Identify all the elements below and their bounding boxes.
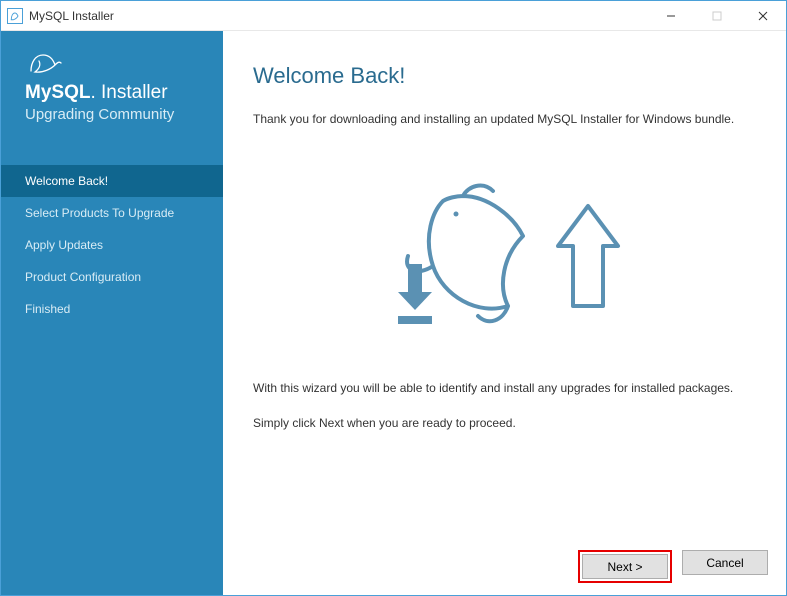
proceed-text: Simply click Next when you are ready to … (253, 415, 752, 432)
app-icon (7, 8, 23, 24)
brand-prefix: MySQL (25, 82, 90, 103)
nav-item-welcome[interactable]: Welcome Back! (1, 165, 223, 197)
next-button[interactable]: Next > (582, 554, 668, 579)
info-text: With this wizard you will be able to ide… (253, 380, 752, 397)
installer-window: MySQL Installer MySQL. Installer Upgradi… (0, 0, 787, 596)
close-button[interactable] (740, 1, 786, 30)
window-controls (648, 1, 786, 30)
page-heading: Welcome Back! (253, 63, 752, 89)
nav-item-select-products[interactable]: Select Products To Upgrade (1, 197, 223, 229)
cancel-button[interactable]: Cancel (682, 550, 768, 575)
titlebar: MySQL Installer (1, 1, 786, 31)
nav-item-apply-updates[interactable]: Apply Updates (1, 229, 223, 261)
intro-text: Thank you for downloading and installing… (253, 111, 752, 128)
sidebar: MySQL. Installer Upgrading Community Wel… (1, 31, 223, 595)
nav-item-finished[interactable]: Finished (1, 293, 223, 325)
footer-buttons: Next > Cancel (578, 550, 768, 583)
next-button-highlight: Next > (578, 550, 672, 583)
content-area: MySQL. Installer Upgrading Community Wel… (1, 31, 786, 595)
maximize-button (694, 1, 740, 30)
illustration (253, 146, 752, 356)
main-panel: Welcome Back! Thank you for downloading … (223, 31, 786, 595)
brand-title: MySQL. Installer (25, 82, 203, 104)
brand-suffix: . Installer (90, 82, 167, 103)
logo-area: MySQL. Installer Upgrading Community (1, 31, 223, 137)
nav-item-product-config[interactable]: Product Configuration (1, 261, 223, 293)
window-title: MySQL Installer (29, 9, 648, 23)
brand-subtitle: Upgrading Community (25, 106, 203, 123)
minimize-button[interactable] (648, 1, 694, 30)
dolphin-logo-icon (25, 49, 203, 80)
nav-list: Welcome Back! Select Products To Upgrade… (1, 165, 223, 325)
